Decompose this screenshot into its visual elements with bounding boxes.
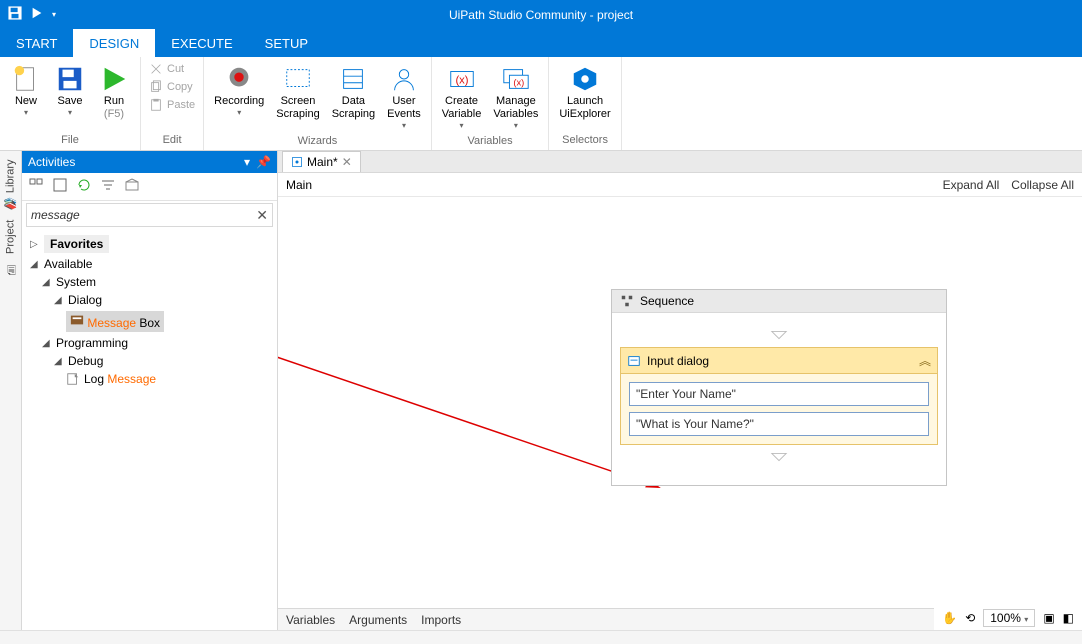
screen-scraping-icon — [282, 63, 314, 95]
tab-setup[interactable]: SETUP — [249, 29, 324, 57]
ribbon: New▾ Save▾ Run (F5) File Cut Copy Paste … — [0, 57, 1082, 151]
uiexplorer-icon — [569, 63, 601, 95]
overview-icon[interactable]: ◧ — [1063, 611, 1074, 625]
user-events-button[interactable]: User Events▾ — [383, 61, 425, 133]
library-rail-tab[interactable]: 📚Library — [4, 155, 17, 214]
sequence-container[interactable]: Sequence Input dialog ︽ "Enter — [611, 289, 947, 486]
title-bar: ▾ UiPath Studio Community - project — [0, 0, 1082, 29]
save-button[interactable]: Save▾ — [50, 61, 90, 120]
ribbon-group-selectors-label: Selectors — [562, 132, 608, 148]
log-message-node[interactable]: Log Message — [24, 370, 275, 388]
tab-execute[interactable]: EXECUTE — [155, 29, 248, 57]
clear-search-icon[interactable]: ✕ — [256, 207, 268, 224]
collapse-all-link[interactable]: Collapse All — [1011, 178, 1074, 192]
activities-search[interactable]: ✕ — [26, 203, 273, 227]
recording-button[interactable]: Recording▾ — [210, 61, 268, 120]
variables-tab[interactable]: Variables — [286, 613, 335, 627]
drop-target-bottom[interactable] — [620, 445, 938, 469]
filter-icon[interactable] — [100, 177, 116, 196]
dialog-node[interactable]: ◢Dialog — [24, 291, 275, 309]
expand-all-icon[interactable] — [28, 177, 44, 196]
user-events-icon — [388, 63, 420, 95]
create-variable-button[interactable]: (x)Create Variable▾ — [438, 61, 486, 133]
data-scraping-icon — [337, 63, 369, 95]
package-icon[interactable] — [124, 177, 140, 196]
run-play-icon — [98, 63, 130, 95]
ribbon-group-file-label: File — [61, 132, 79, 148]
create-variable-icon: (x) — [446, 63, 478, 95]
left-rail: 📚Library 🗎Project — [0, 151, 22, 630]
play-icon[interactable] — [30, 6, 44, 23]
doc-tab-close-icon[interactable]: ✕ — [342, 155, 352, 169]
panel-menu-icon[interactable]: ▾ — [244, 155, 250, 169]
footer — [0, 630, 1082, 644]
save-disk-icon — [54, 63, 86, 95]
input-dialog-label-field[interactable]: "What is Your Name?" — [629, 412, 929, 436]
pan-icon[interactable]: ✋ — [942, 611, 957, 625]
recording-icon — [223, 63, 255, 95]
svg-text:(x): (x) — [513, 78, 524, 88]
system-node[interactable]: ◢System — [24, 273, 275, 291]
refresh-icon[interactable] — [76, 177, 92, 196]
ribbon-group-edit-label: Edit — [163, 132, 182, 148]
qat-dropdown-icon[interactable]: ▾ — [52, 10, 56, 19]
activities-toolbar — [22, 173, 277, 201]
imports-tab[interactable]: Imports — [421, 613, 461, 627]
sequence-icon — [620, 294, 634, 308]
svg-text:(x): (x) — [455, 75, 468, 87]
paste-button[interactable]: Paste — [147, 97, 197, 113]
zoom-level[interactable]: 100% ▾ — [983, 609, 1035, 627]
manage-variables-icon: (x) — [500, 63, 532, 95]
message-box-node[interactable]: Message Box — [24, 309, 275, 334]
activities-tree: ▷Favorites ◢Available ◢System ◢Dialog Me… — [22, 229, 277, 630]
sequence-header[interactable]: Sequence — [612, 290, 946, 313]
ribbon-group-variables-label: Variables — [468, 133, 513, 149]
tab-start[interactable]: START — [0, 29, 73, 57]
designer: Main* ✕ Main Expand All Collapse All Seq… — [278, 151, 1082, 630]
breadcrumb: Main Expand All Collapse All — [278, 173, 1082, 197]
window-title: UiPath Studio Community - project — [449, 8, 633, 22]
collapse-all-icon[interactable] — [52, 177, 68, 196]
run-button[interactable]: Run (F5) — [94, 61, 134, 123]
new-file-icon — [10, 63, 42, 95]
panel-pin-icon[interactable]: 📌 — [256, 155, 271, 169]
activities-panel: Activities ▾ 📌 ✕ ▷Favorites ◢Available ◢… — [22, 151, 278, 630]
project-rail-tab[interactable]: 🗎Project — [1, 216, 20, 281]
drop-target-top[interactable] — [620, 323, 938, 347]
document-tabs: Main* ✕ — [278, 151, 1082, 173]
search-input[interactable] — [31, 208, 256, 222]
expand-all-link[interactable]: Expand All — [943, 178, 1000, 192]
available-node[interactable]: ◢Available — [24, 255, 275, 273]
input-dialog-activity[interactable]: Input dialog ︽ "Enter Your Name" "What i… — [620, 347, 938, 445]
ribbon-group-wizards-label: Wizards — [298, 133, 338, 149]
launch-uiexplorer-button[interactable]: Launch UiExplorer — [555, 61, 614, 123]
new-button[interactable]: New▾ — [6, 61, 46, 120]
manage-variables-button[interactable]: (x)Manage Variables▾ — [489, 61, 542, 133]
screen-scraping-button[interactable]: Screen Scraping — [272, 61, 323, 123]
input-dialog-title-field[interactable]: "Enter Your Name" — [629, 382, 929, 406]
activities-header: Activities ▾ 📌 — [22, 151, 277, 173]
input-dialog-icon — [627, 354, 641, 368]
workflow-icon — [291, 156, 303, 168]
favorites-node[interactable]: ▷Favorites — [24, 233, 275, 255]
breadcrumb-main[interactable]: Main — [286, 178, 312, 192]
save-icon[interactable] — [8, 6, 22, 23]
data-scraping-button[interactable]: Data Scraping — [328, 61, 379, 123]
debug-node[interactable]: ◢Debug — [24, 352, 275, 370]
programming-node[interactable]: ◢Programming — [24, 334, 275, 352]
ribbon-tabs: START DESIGN EXECUTE SETUP — [0, 29, 1082, 57]
reset-zoom-icon[interactable]: ⟲ — [965, 611, 975, 625]
arguments-tab[interactable]: Arguments — [349, 613, 407, 627]
tab-design[interactable]: DESIGN — [73, 29, 155, 57]
cut-button[interactable]: Cut — [147, 61, 197, 77]
doc-tab-main[interactable]: Main* ✕ — [282, 151, 361, 172]
fit-to-screen-icon[interactable]: ▣ — [1043, 611, 1054, 625]
status-bar: ✋ ⟲ 100% ▾ ▣ ◧ — [934, 606, 1082, 630]
designer-canvas[interactable]: Sequence Input dialog ︽ "Enter — [278, 197, 1082, 608]
copy-button[interactable]: Copy — [147, 79, 197, 95]
collapse-icon[interactable]: ︽ — [919, 352, 931, 369]
